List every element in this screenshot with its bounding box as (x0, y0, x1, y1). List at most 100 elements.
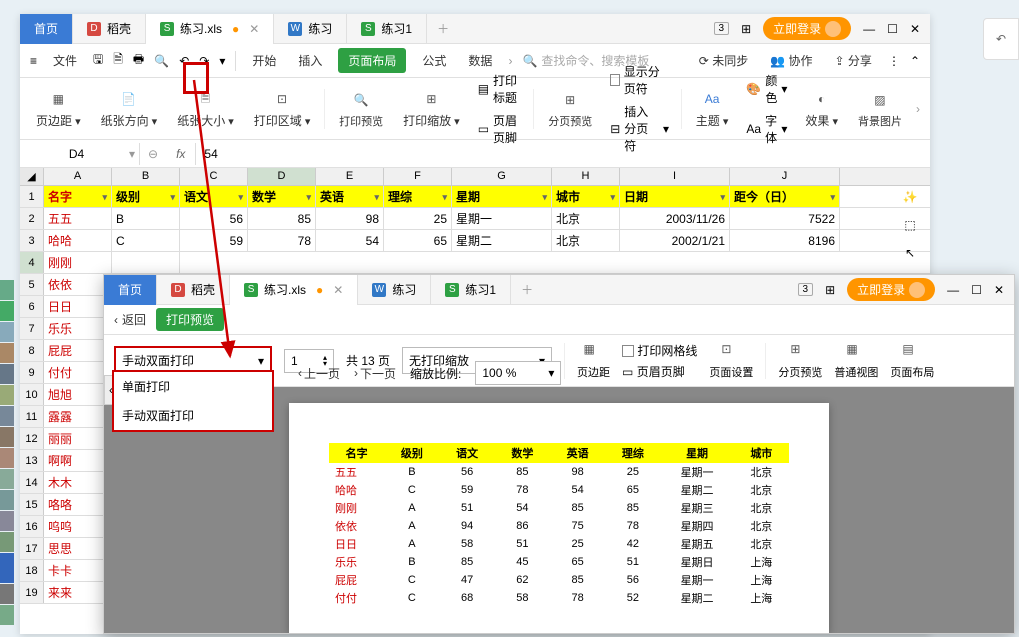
cell[interactable]: 名字▾ (44, 186, 112, 207)
tab-home[interactable]: 首页 (20, 14, 73, 44)
prev-page[interactable]: ‹ 上一页 (298, 365, 340, 382)
cell[interactable]: 2003/11/26 (620, 208, 730, 229)
pv-normal[interactable]: ▦普通视图 (834, 342, 878, 380)
ribbon-preview[interactable]: 🔍打印预览 (333, 89, 389, 129)
select-all[interactable]: ◢ (20, 168, 44, 185)
cell[interactable]: 卡卡 (44, 560, 112, 581)
row-num[interactable]: 13 (20, 450, 44, 471)
cell[interactable]: 旭旭 (44, 384, 112, 405)
more-icon[interactable]: ⋮ (888, 54, 900, 68)
ribbon-more-icon[interactable]: › (916, 102, 920, 116)
close-icon[interactable]: ✕ (994, 283, 1004, 297)
counter-icon[interactable]: 3 (798, 283, 814, 296)
formula-input[interactable]: 54 (195, 143, 930, 165)
row-num[interactable]: 3 (20, 230, 44, 251)
row-num[interactable]: 9 (20, 362, 44, 383)
cell[interactable]: 来来 (44, 582, 112, 603)
redo-icon[interactable]: ↷ (199, 54, 209, 68)
cell[interactable]: 五五 (44, 208, 112, 229)
cell[interactable]: 思思 (44, 538, 112, 559)
grid-icon[interactable]: ⊞ (741, 22, 751, 36)
ribbon-margins[interactable]: ▦页边距 ▾ (30, 88, 87, 129)
cell[interactable]: 8196 (730, 230, 840, 251)
ribbon-orientation[interactable]: 📄纸张方向 ▾ (95, 88, 164, 129)
zoom-out-icon[interactable]: ⊖ (140, 147, 166, 161)
chevron-right-icon[interactable]: › (508, 54, 512, 68)
tab-daoke[interactable]: D稻壳 (73, 14, 146, 44)
cell[interactable]: 2002/1/21 (620, 230, 730, 251)
menu-formula[interactable]: 公式 (416, 48, 452, 73)
cell[interactable]: 木木 (44, 472, 112, 493)
cell[interactable]: 理综▾ (384, 186, 452, 207)
zoom-dropdown[interactable]: 100 %▾ (475, 361, 561, 385)
minimize-icon[interactable]: — (863, 22, 875, 36)
cell[interactable]: 露露 (44, 406, 112, 427)
col-G[interactable]: G (452, 168, 552, 185)
cell[interactable]: 丽丽 (44, 428, 112, 449)
close-icon[interactable]: ✕ (333, 283, 343, 297)
cell[interactable]: 城市▾ (552, 186, 620, 207)
maximize-icon[interactable]: ☐ (887, 22, 898, 36)
cell[interactable]: 刚刚 (44, 252, 112, 273)
ribbon-theme[interactable]: Aa主题 ▾ (690, 88, 735, 129)
pv-headfoot[interactable]: ▭ 页眉页脚 (622, 363, 697, 380)
save-icon[interactable]: 🖫 (93, 50, 103, 71)
row-num[interactable]: 18 (20, 560, 44, 581)
preview-icon[interactable]: 🔍 (154, 54, 169, 68)
row-num[interactable]: 12 (20, 428, 44, 449)
cell[interactable]: 日日 (44, 296, 112, 317)
col-C[interactable]: C (180, 168, 248, 185)
cell[interactable]: 54 (316, 230, 384, 251)
col-A[interactable]: A (44, 168, 112, 185)
menu-layout[interactable]: 页面布局 (338, 48, 406, 73)
pv-tab-file2[interactable]: W练习 (358, 275, 431, 305)
ribbon-print-area[interactable]: ⊡打印区域 ▾ (248, 88, 317, 129)
tab-add[interactable]: ＋ (427, 20, 459, 37)
back-button[interactable]: ‹返回 (114, 311, 146, 328)
cell[interactable]: 59 (180, 230, 248, 251)
next-page[interactable]: › 下一页 (354, 365, 396, 382)
row-num[interactable]: 16 (20, 516, 44, 537)
cell[interactable]: 咯咯 (44, 494, 112, 515)
cell[interactable]: 98 (316, 208, 384, 229)
print-icon[interactable]: 🖶 (133, 50, 144, 71)
cell[interactable]: B (112, 208, 180, 229)
cell[interactable]: 7522 (730, 208, 840, 229)
ribbon-titles[interactable]: ▤打印标题 (474, 70, 526, 108)
pv-tab-add[interactable]: ＋ (511, 281, 543, 298)
option-single[interactable]: 单面打印 (114, 372, 272, 401)
row-num[interactable]: 8 (20, 340, 44, 361)
col-H[interactable]: H (552, 168, 620, 185)
col-E[interactable]: E (316, 168, 384, 185)
cell[interactable]: 语文▾ (180, 186, 248, 207)
cell[interactable]: 85 (248, 208, 316, 229)
cell[interactable]: 依依 (44, 274, 112, 295)
cell[interactable]: 56 (180, 208, 248, 229)
pv-margins[interactable]: ▦页边距 (577, 342, 610, 380)
cell[interactable]: 距今（日）▾ (730, 186, 840, 207)
cell[interactable]: 65 (384, 230, 452, 251)
cell[interactable]: 北京 (552, 230, 620, 251)
row-num[interactable]: 1 (20, 186, 44, 207)
pv-tab-daoke[interactable]: D稻壳 (157, 275, 230, 305)
pv-layout[interactable]: ▤页面布局 (890, 342, 934, 380)
cell[interactable]: 星期二 (452, 230, 552, 251)
pv-pagesetup[interactable]: ⊡页面设置 (709, 342, 753, 380)
tab-file3[interactable]: S练习1 (347, 14, 427, 44)
tab-file2[interactable]: W练习 (274, 14, 347, 44)
cell[interactable]: 付付 (44, 362, 112, 383)
row-num[interactable]: 10 (20, 384, 44, 405)
col-D[interactable]: D (248, 168, 316, 185)
row-num[interactable]: 15 (20, 494, 44, 515)
dropdown-icon[interactable]: ▾ (219, 54, 225, 68)
cell[interactable]: C (112, 230, 180, 251)
menu-start[interactable]: 开始 (246, 48, 282, 73)
row-num[interactable]: 11 (20, 406, 44, 427)
pv-breakview[interactable]: ⊞分页预览 (778, 342, 822, 380)
cell[interactable]: 星期▾ (452, 186, 552, 207)
minimize-icon[interactable]: — (947, 283, 959, 297)
cell[interactable]: 乐乐 (44, 318, 112, 339)
cell[interactable]: 北京 (552, 208, 620, 229)
col-B[interactable]: B (112, 168, 180, 185)
cell[interactable] (112, 252, 180, 273)
